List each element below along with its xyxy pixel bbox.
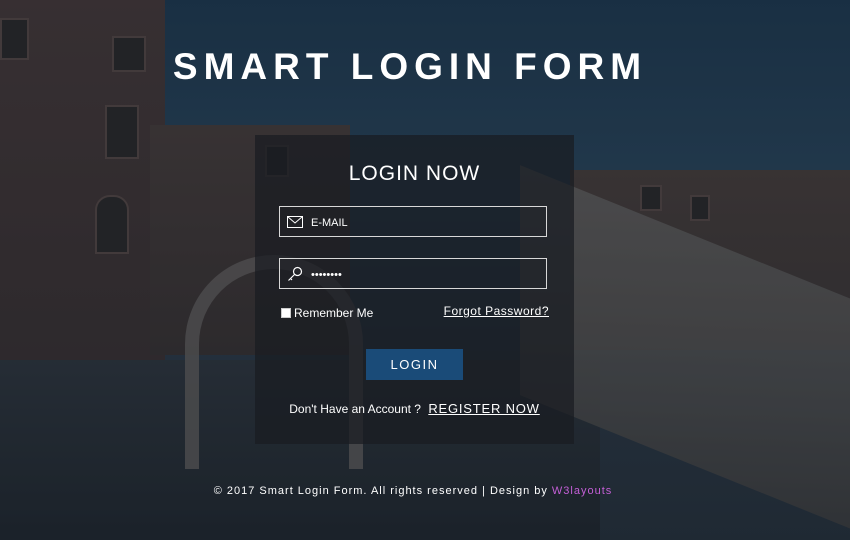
key-icon <box>287 266 303 282</box>
page-title: SMART LOGIN FORM <box>172 46 648 87</box>
remember-me-checkbox[interactable]: Remember Me <box>281 306 373 320</box>
footer: © 2017 Smart Login Form. All rights rese… <box>0 485 826 497</box>
envelope-icon <box>287 214 303 230</box>
email-input[interactable] <box>309 207 543 238</box>
password-input[interactable] <box>309 259 543 290</box>
login-button[interactable]: LOGIN <box>366 349 463 380</box>
checkbox-box[interactable] <box>281 308 291 318</box>
forgot-password-link[interactable]: Forgot Password? <box>444 304 549 318</box>
login-panel: LOGIN NOW Remember Me Forgot Password? L… <box>255 135 574 444</box>
register-now-link[interactable]: REGISTER NOW <box>428 401 539 416</box>
no-account-text: Don't Have an Account ? <box>289 402 421 416</box>
password-field[interactable] <box>279 258 547 290</box>
register-row: Don't Have an Account ? REGISTER NOW <box>255 401 574 416</box>
email-field[interactable] <box>279 206 547 238</box>
footer-brand-link[interactable]: W3layouts <box>552 485 612 497</box>
login-heading: LOGIN NOW <box>348 162 481 185</box>
footer-text: © 2017 Smart Login Form. All rights rese… <box>213 485 548 497</box>
remember-me-label: Remember Me <box>294 306 374 320</box>
